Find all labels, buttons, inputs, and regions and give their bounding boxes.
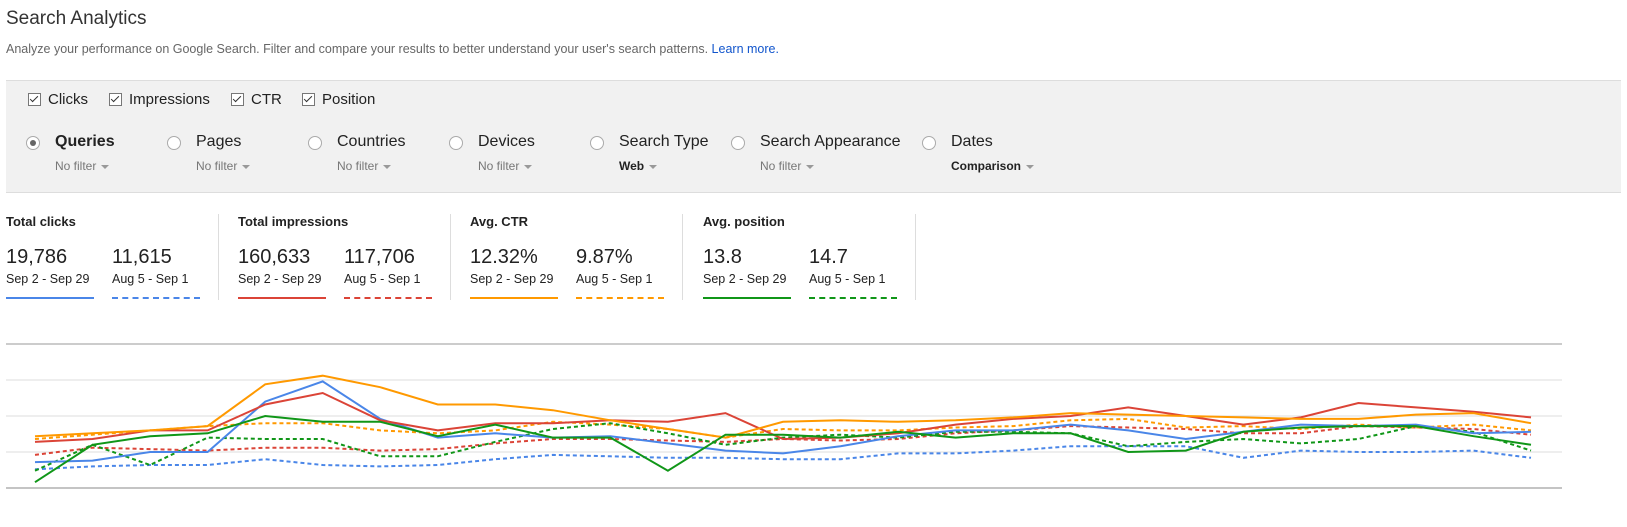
caret-down-icon (383, 164, 392, 169)
radio-icon[interactable] (731, 136, 745, 150)
checkbox-checked-icon (109, 93, 122, 106)
caret-down-icon (806, 164, 815, 169)
stat-previous: 9.87% Aug 5 - Sep 1 (576, 246, 664, 299)
radio-icon[interactable] (590, 136, 604, 150)
radio-icon[interactable] (308, 136, 322, 150)
stat-range: Sep 2 - Sep 29 (6, 272, 90, 286)
stat-previous: 14.7 Aug 5 - Sep 1 (809, 246, 897, 299)
impressions-label: Impressions (129, 91, 210, 108)
dimension-label: Search Type (619, 133, 709, 150)
series-line-total-clicks-dashed (34, 445, 1532, 471)
stat-value: 19,786 (6, 246, 68, 268)
radio-icon[interactable] (167, 136, 181, 150)
series-line-avg-position-dashed (34, 422, 1532, 472)
caret-down-icon (101, 164, 110, 169)
checkbox-checked-icon (302, 93, 315, 106)
dimension-label: Search Appearance (760, 133, 901, 150)
learn-more-link[interactable]: Learn more. (712, 42, 779, 56)
dimension-filter-dropdown[interactable]: No filter (337, 159, 392, 173)
stat-value: 11,615 (112, 246, 172, 268)
stat-range: Aug 5 - Sep 1 (809, 272, 886, 286)
stat-divider (450, 214, 451, 300)
description-text: Analyze your performance on Google Searc… (6, 42, 709, 56)
stat-current: 12.32% Sep 2 - Sep 29 (470, 246, 558, 299)
filter-value: No filter (760, 159, 802, 173)
stat-title: Total clicks (6, 214, 76, 229)
stat-previous: 117,706 Aug 5 - Sep 1 (344, 246, 432, 299)
stat-current: 160,633 Sep 2 - Sep 29 (238, 246, 326, 299)
ctr-label: CTR (251, 91, 282, 108)
caret-down-icon (242, 164, 251, 169)
legend-dashed-line (809, 297, 897, 299)
stat-value: 14.7 (809, 246, 848, 268)
radio-icon[interactable] (922, 136, 936, 150)
stat-divider (915, 214, 916, 300)
clicks-label: Clicks (48, 91, 88, 108)
filter-value: No filter (337, 159, 379, 173)
filter-value: No filter (55, 159, 97, 173)
dimension-filter-dropdown[interactable]: No filter (760, 159, 815, 173)
radio-icon[interactable] (449, 136, 463, 150)
stat-value: 160,633 (238, 246, 311, 268)
page-title: Search Analytics (6, 8, 147, 29)
stat-value: 13.8 (703, 246, 742, 268)
checkbox-checked-icon (28, 93, 41, 106)
page-description: Analyze your performance on Google Searc… (6, 42, 779, 56)
clicks-checkbox[interactable]: Clicks (28, 91, 88, 108)
stat-current: 19,786 Sep 2 - Sep 29 (6, 246, 94, 299)
filter-value: Web (619, 159, 645, 173)
stat-current: 13.8 Sep 2 - Sep 29 (703, 246, 791, 299)
dimension-filter-dropdown[interactable]: No filter (196, 159, 251, 173)
caret-down-icon (524, 164, 533, 169)
filter-value: No filter (478, 159, 520, 173)
legend-dashed-line (576, 297, 664, 299)
dimension-filter-dropdown[interactable]: No filter (55, 159, 110, 173)
caret-down-icon (649, 164, 658, 169)
legend-solid-line (238, 297, 326, 299)
stat-range: Sep 2 - Sep 29 (238, 272, 322, 286)
dimension-label: Countries (337, 133, 406, 150)
legend-solid-line (470, 297, 558, 299)
stat-divider (682, 214, 683, 300)
filter-value: No filter (196, 159, 238, 173)
stat-range: Aug 5 - Sep 1 (344, 272, 421, 286)
position-checkbox[interactable]: Position (302, 91, 375, 108)
stat-range: Sep 2 - Sep 29 (703, 272, 787, 286)
stat-value: 12.32% (470, 246, 538, 268)
dimension-label: Pages (196, 133, 242, 150)
dimension-label: Dates (951, 133, 993, 150)
stat-title: Total impressions (238, 214, 349, 229)
performance-line-chart[interactable] (6, 330, 1562, 495)
impressions-checkbox[interactable]: Impressions (109, 91, 210, 108)
stat-title: Avg. CTR (470, 214, 529, 229)
legend-solid-line (703, 297, 791, 299)
dimension-filter-dropdown[interactable]: No filter (478, 159, 533, 173)
stat-value: 9.87% (576, 246, 633, 268)
caret-down-icon (1026, 164, 1035, 169)
checkbox-checked-icon (231, 93, 244, 106)
stat-previous: 11,615 Aug 5 - Sep 1 (112, 246, 200, 299)
dimension-selector-bar: Queries No filter Pages No filter Countr… (6, 119, 1621, 193)
metric-selector-bar: Clicks Impressions CTR Position (6, 80, 1621, 120)
filter-value: Comparison (951, 159, 1022, 173)
dimension-label: Queries (55, 133, 115, 150)
stat-title: Avg. position (703, 214, 785, 229)
dimension-filter-dropdown[interactable]: Comparison (951, 159, 1035, 173)
stat-range: Aug 5 - Sep 1 (112, 272, 189, 286)
stat-divider (218, 214, 219, 300)
position-label: Position (322, 91, 376, 108)
series-line-avg-position-solid (34, 414, 1532, 484)
dimension-filter-dropdown[interactable]: Web (619, 159, 658, 173)
dimension-label: Devices (478, 133, 535, 150)
radio-selected-icon[interactable] (26, 136, 40, 150)
ctr-checkbox[interactable]: CTR (231, 91, 282, 108)
legend-solid-line (6, 297, 94, 299)
stat-range: Sep 2 - Sep 29 (470, 272, 554, 286)
legend-dashed-line (344, 297, 432, 299)
stat-value: 117,706 (344, 246, 415, 268)
legend-dashed-line (112, 297, 200, 299)
stat-range: Aug 5 - Sep 1 (576, 272, 653, 286)
